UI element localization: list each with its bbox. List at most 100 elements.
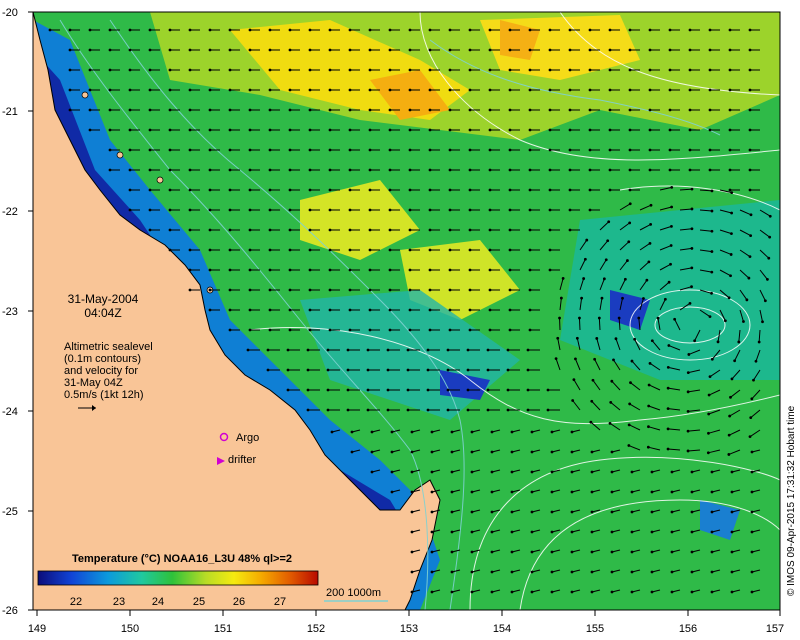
velocity-arrowhead bbox=[614, 337, 618, 341]
velocity-arrowhead bbox=[228, 288, 232, 292]
velocity-arrowhead bbox=[630, 530, 634, 534]
velocity-arrowhead bbox=[627, 444, 631, 447]
velocity-arrowhead bbox=[370, 430, 374, 434]
velocity-arrowhead bbox=[408, 228, 412, 232]
velocity-arrowhead bbox=[550, 430, 554, 434]
velocity-arrowhead bbox=[688, 88, 692, 92]
velocity-arrowhead bbox=[668, 148, 672, 152]
colorbar-tick: 27 bbox=[274, 596, 286, 608]
velocity-arrowhead bbox=[388, 268, 392, 272]
velocity-arrowhead bbox=[528, 208, 532, 212]
velocity-arrowhead bbox=[749, 213, 753, 217]
velocity-arrowhead bbox=[470, 510, 474, 514]
velocity-arrowhead bbox=[228, 268, 232, 272]
velocity-arrowhead bbox=[550, 490, 554, 494]
velocity-arrowhead bbox=[208, 308, 212, 312]
velocity-arrowhead bbox=[568, 208, 572, 212]
velocity-arrowhead bbox=[346, 368, 350, 372]
velocity-arrowhead bbox=[428, 28, 432, 32]
velocity-arrowhead bbox=[430, 450, 434, 454]
velocity-arrowhead bbox=[470, 590, 474, 594]
velocity-arrowhead bbox=[761, 320, 764, 324]
y-tick-label: -23 bbox=[2, 306, 18, 318]
velocity-arrowhead bbox=[528, 248, 532, 252]
velocity-arrowhead bbox=[568, 68, 572, 72]
velocity-arrowhead bbox=[370, 470, 374, 474]
velocity-arrowhead bbox=[448, 68, 452, 72]
velocity-arrowhead bbox=[428, 88, 432, 92]
velocity-arrowhead bbox=[650, 490, 654, 494]
velocity-arrowhead bbox=[306, 348, 310, 352]
velocity-arrowhead bbox=[388, 48, 392, 52]
velocity-arrowhead bbox=[208, 28, 212, 32]
velocity-arrowhead bbox=[488, 268, 492, 272]
velocity-arrowhead bbox=[568, 128, 572, 132]
velocity-arrowhead bbox=[408, 308, 412, 312]
velocity-arrowhead bbox=[368, 228, 372, 232]
velocity-arrowhead bbox=[550, 530, 554, 534]
velocity-arrowhead bbox=[556, 336, 560, 340]
velocity-arrowhead bbox=[528, 128, 532, 132]
velocity-arrowhead bbox=[408, 88, 412, 92]
velocity-arrowhead bbox=[528, 48, 532, 52]
velocity-arrowhead bbox=[748, 108, 752, 112]
velocity-arrowhead bbox=[268, 288, 272, 292]
velocity-arrowhead bbox=[468, 88, 472, 92]
velocity-arrowhead bbox=[750, 470, 754, 474]
velocity-arrowhead bbox=[600, 296, 604, 300]
velocity-arrowhead bbox=[228, 68, 232, 72]
velocity-arrowhead bbox=[686, 429, 690, 433]
velocity-arrowhead bbox=[248, 248, 252, 252]
velocity-arrowhead bbox=[508, 148, 512, 152]
velocity-arrowhead bbox=[690, 510, 694, 514]
velocity-arrowhead bbox=[570, 490, 574, 494]
velocity-arrowhead bbox=[530, 470, 534, 474]
velocity-arrowhead bbox=[610, 550, 614, 554]
velocity-arrowhead bbox=[630, 490, 634, 494]
velocity-arrowhead bbox=[488, 68, 492, 72]
velocity-arrowhead bbox=[466, 348, 470, 352]
velocity-arrowhead bbox=[328, 188, 332, 192]
velocity-arrowhead bbox=[208, 48, 212, 52]
velocity-arrowhead bbox=[328, 148, 332, 152]
velocity-arrowhead bbox=[328, 68, 332, 72]
velocity-arrowhead bbox=[710, 291, 713, 295]
velocity-arrowhead bbox=[590, 510, 594, 514]
velocity-arrowhead bbox=[468, 48, 472, 52]
velocity-arrowhead bbox=[168, 168, 172, 172]
velocity-arrowhead bbox=[388, 148, 392, 152]
velocity-arrowhead bbox=[350, 450, 354, 454]
velocity-arrowhead bbox=[490, 450, 494, 454]
velocity-arrowhead bbox=[710, 570, 714, 574]
velocity-arrowhead bbox=[368, 148, 372, 152]
velocity-arrowhead bbox=[448, 28, 452, 32]
velocity-arrowhead bbox=[608, 188, 612, 192]
velocity-arrowhead bbox=[633, 337, 637, 341]
velocity-arrowhead bbox=[690, 247, 694, 250]
velocity-arrowhead bbox=[730, 191, 734, 195]
velocity-arrowhead bbox=[488, 188, 492, 192]
velocity-arrowhead bbox=[528, 28, 532, 32]
velocity-arrowhead bbox=[630, 590, 634, 594]
velocity-arrowhead bbox=[574, 357, 577, 361]
velocity-arrowhead bbox=[108, 48, 112, 52]
velocity-arrowhead bbox=[228, 208, 232, 212]
velocity-arrowhead bbox=[670, 530, 674, 534]
y-tick-label: -22 bbox=[2, 206, 18, 218]
velocity-arrowhead bbox=[688, 48, 692, 52]
velocity-arrowhead bbox=[548, 208, 552, 212]
velocity-arrowhead bbox=[288, 288, 292, 292]
velocity-arrowhead bbox=[288, 188, 292, 192]
velocity-arrowhead bbox=[766, 278, 769, 281]
velocity-arrowhead bbox=[286, 348, 290, 352]
velocity-arrowhead bbox=[648, 88, 652, 92]
velocity-arrowhead bbox=[246, 348, 250, 352]
velocity-arrowhead bbox=[268, 168, 272, 172]
velocity-arrowhead bbox=[148, 208, 152, 212]
velocity-arrowhead bbox=[288, 88, 292, 92]
velocity-arrowhead bbox=[710, 250, 714, 253]
velocity-arrowhead bbox=[608, 48, 612, 52]
velocity-arrowhead bbox=[582, 277, 586, 280]
velocity-arrowhead bbox=[546, 408, 550, 412]
velocity-arrowhead bbox=[148, 48, 152, 52]
